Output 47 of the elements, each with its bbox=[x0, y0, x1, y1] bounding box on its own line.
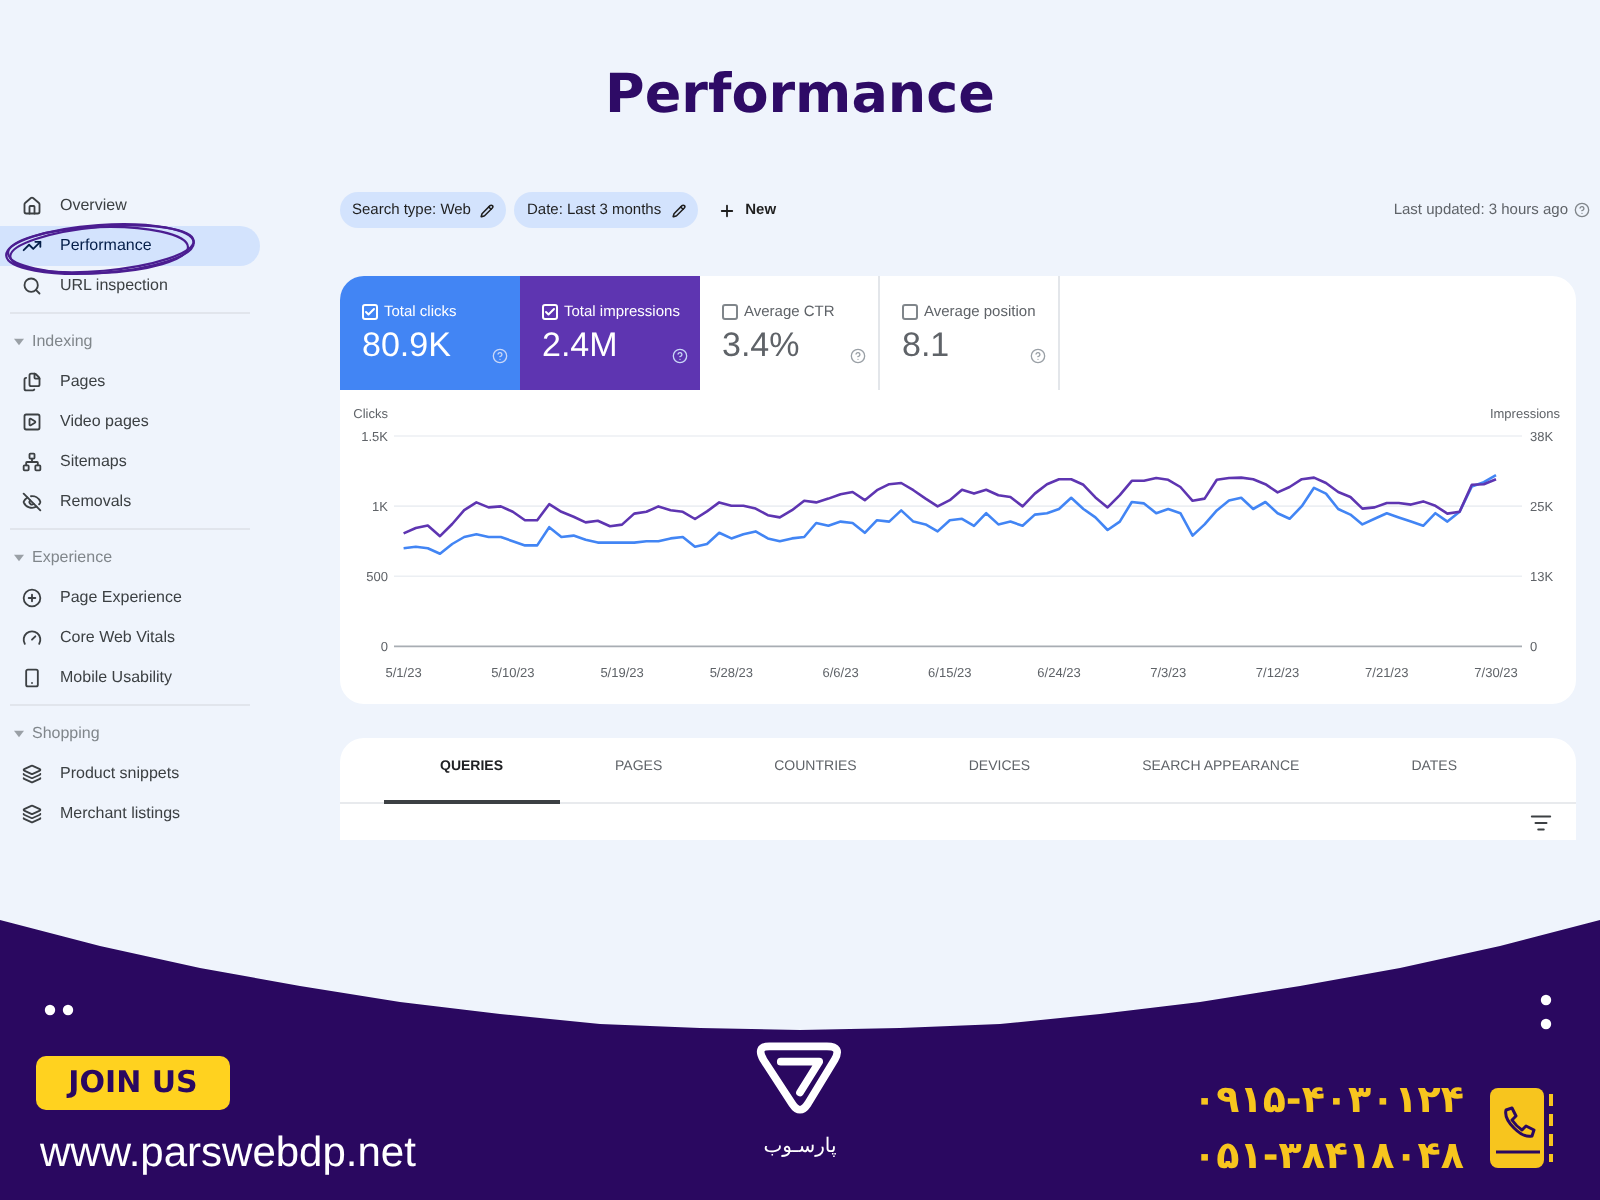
checkbox[interactable] bbox=[902, 303, 918, 319]
trend-line-icon bbox=[22, 236, 42, 256]
sidebar-item[interactable]: Merchant listings bbox=[0, 794, 260, 834]
search-icon bbox=[22, 276, 42, 296]
help-icon[interactable] bbox=[1030, 348, 1046, 364]
pages-icon bbox=[22, 372, 42, 392]
check-icon bbox=[364, 305, 376, 317]
play-square-icon bbox=[22, 412, 42, 432]
page-title: Performance bbox=[605, 62, 995, 130]
home-icon bbox=[22, 196, 42, 216]
sidebar-item[interactable]: Mobile Usability bbox=[0, 658, 260, 698]
phone-book-icon bbox=[1488, 1086, 1556, 1170]
sidebar-item[interactable]: Product snippets bbox=[0, 754, 260, 794]
sidebar-item[interactable]: Core Web Vitals bbox=[0, 618, 260, 658]
pencil-icon bbox=[671, 203, 686, 217]
metric-value: 80.9K bbox=[362, 326, 451, 366]
filter-icon[interactable] bbox=[1530, 811, 1552, 833]
sidebar-item[interactable]: Video pages bbox=[0, 402, 260, 442]
sidebar-item[interactable]: Sitemaps bbox=[0, 442, 260, 482]
sidebar-item[interactable]: URL inspection bbox=[0, 266, 260, 306]
pencil-icon bbox=[480, 203, 495, 217]
brand-name: پارسـوب bbox=[763, 1136, 837, 1160]
phone-number: ۰۹۱۵-۴۰۳۰۱۲۴ bbox=[1193, 1076, 1464, 1126]
dots-icon bbox=[44, 1004, 74, 1016]
sidebar-item[interactable]: Overview bbox=[0, 186, 260, 226]
help-icon[interactable] bbox=[1574, 202, 1590, 218]
website-url[interactable]: www.parswebdp.net bbox=[40, 1128, 416, 1180]
layers-icon bbox=[22, 804, 42, 824]
eye-off-icon bbox=[22, 492, 42, 512]
join-us-button[interactable]: JOIN US bbox=[36, 1056, 230, 1110]
checkbox[interactable] bbox=[722, 303, 738, 319]
smartphone-icon bbox=[22, 668, 42, 688]
phone-number: ۰۵۱-۳۸۴۱۸۰۴۸ bbox=[1193, 1132, 1464, 1182]
layers-icon bbox=[22, 764, 42, 784]
vertical-dots-icon bbox=[1540, 994, 1552, 1030]
sidebar-item[interactable]: Removals bbox=[0, 482, 260, 522]
sidebar-item[interactable]: Page Experience bbox=[0, 578, 260, 618]
sidebar-item[interactable]: Pages bbox=[0, 362, 260, 402]
gauge-icon bbox=[22, 628, 42, 648]
help-icon[interactable] bbox=[850, 348, 866, 364]
plus-circle-icon bbox=[22, 588, 42, 608]
metric-value: 2.4M bbox=[542, 326, 618, 366]
plus-icon bbox=[717, 201, 736, 219]
sitemap-icon bbox=[22, 452, 42, 472]
check-icon bbox=[544, 305, 556, 317]
metric-value: 3.4% bbox=[722, 326, 800, 366]
metric-value: 8.1 bbox=[902, 326, 950, 366]
